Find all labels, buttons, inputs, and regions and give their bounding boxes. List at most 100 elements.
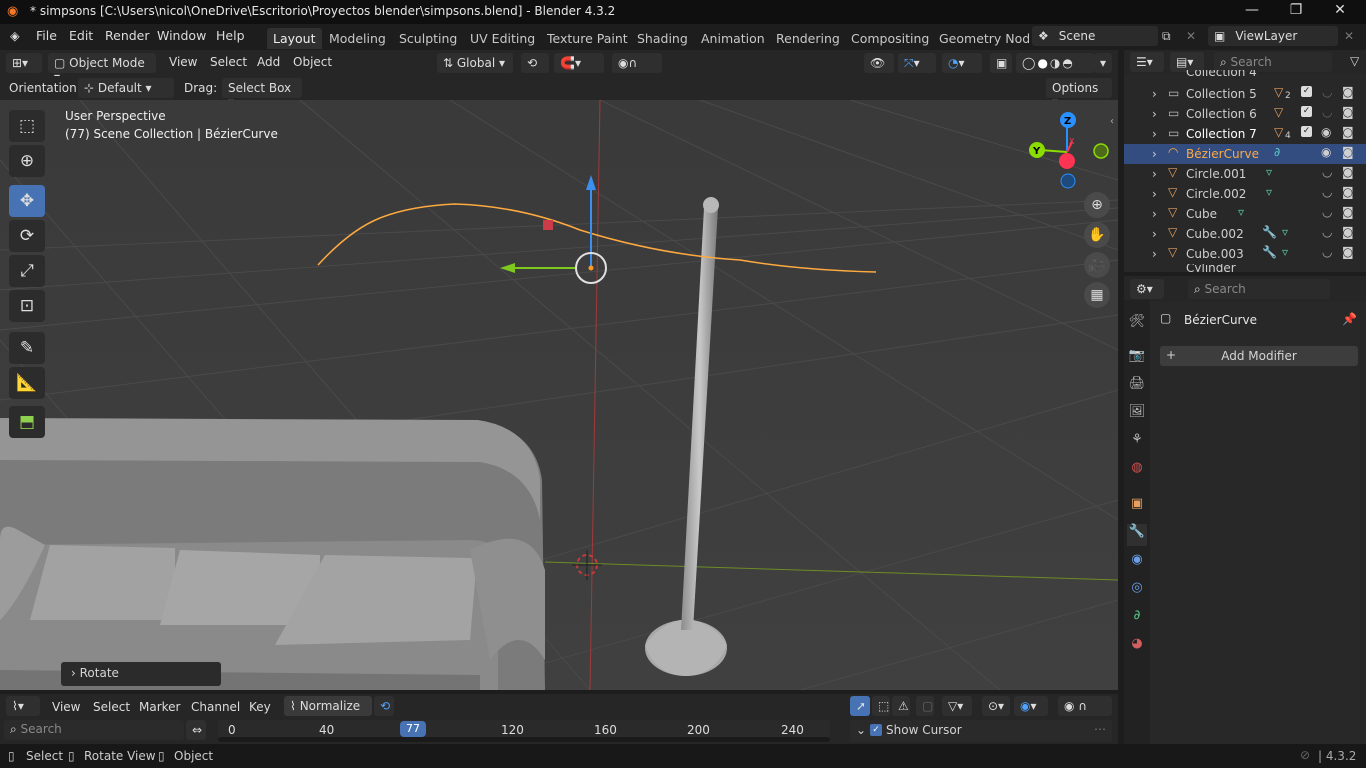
camera-render-icon[interactable]: ◙ xyxy=(1342,205,1354,219)
curve-data-tab-icon[interactable]: ∂ xyxy=(1127,608,1147,630)
filters-icon[interactable]: ▽▾ xyxy=(942,696,972,716)
menu-window[interactable]: Window xyxy=(157,28,206,43)
xray-icon[interactable]: ▣ xyxy=(990,53,1012,73)
outliner-row[interactable]: › ▽ Circle.001 ▿ ◡ ◙ xyxy=(1124,164,1366,184)
tl-menu-view[interactable]: View xyxy=(52,700,80,714)
gizmo-neg-z-circle[interactable] xyxy=(1060,173,1076,189)
tool-select-box[interactable]: ⬚ xyxy=(9,110,45,142)
hidden-eye-icon[interactable]: ◡ xyxy=(1322,205,1332,219)
only-selected-icon[interactable]: ➚ xyxy=(850,696,870,716)
orientation-dropdown[interactable]: ⊹ Default ▾ xyxy=(78,78,174,98)
tool-scale[interactable]: ⤢ xyxy=(9,255,45,287)
outliner-row[interactable]: › ▭ Collection 5 ▽ 2 ✓ ◡ ◙ xyxy=(1124,84,1366,104)
filter-box-icon[interactable]: ▢ xyxy=(916,696,934,716)
show-hidden-icon[interactable]: ⬚ xyxy=(872,696,890,716)
proportional-icon[interactable]: ◉ ∩ xyxy=(1058,696,1112,716)
outliner-row[interactable]: › ▭ Collection 7 ▽ 4 ✓ ◉ ◙ xyxy=(1124,124,1366,144)
camera-render-icon[interactable]: ◙ xyxy=(1342,225,1354,239)
modifiers-tab-icon[interactable]: 🔧 xyxy=(1127,524,1147,546)
ortho-grid-icon[interactable]: ▦ xyxy=(1084,282,1110,308)
outliner-row[interactable]: › ▽ Cube ▿ ◡ ◙ xyxy=(1124,204,1366,224)
show-cursor-checkbox[interactable]: ✓ xyxy=(870,724,882,736)
camera-render-icon[interactable]: ◙ xyxy=(1342,165,1354,179)
normalize-toggle[interactable]: ⌇ Normalize xyxy=(284,696,372,716)
tab-texture-paint[interactable]: Texture Paint xyxy=(541,28,634,49)
hidden-eye-icon[interactable]: ◡ xyxy=(1322,245,1332,259)
proportional-edit-icon[interactable]: ◉∩ xyxy=(612,53,662,73)
menu-edit[interactable]: Edit xyxy=(69,28,93,43)
properties-search-input[interactable]: ⌕ Search xyxy=(1188,279,1330,299)
auto-normalize-icon[interactable]: ⟲ xyxy=(374,696,394,716)
filter-icon[interactable]: ▽ xyxy=(1350,54,1359,68)
outliner-row[interactable]: › ▽ Cube.002 🔧 ▿ ◡ ◙ xyxy=(1124,224,1366,244)
last-operator-panel[interactable]: › Rotate xyxy=(61,662,221,686)
mode-selector[interactable]: ▢ Object Mode ▾ xyxy=(48,53,156,84)
gizmo-neg-y-circle[interactable] xyxy=(1093,143,1109,159)
camera-render-icon[interactable]: ◙ xyxy=(1342,245,1354,259)
pan-hand-icon[interactable]: ✋ xyxy=(1084,222,1110,248)
hidden-eye-icon[interactable]: ◡ xyxy=(1322,225,1332,239)
outliner-row[interactable]: › ▽ Cube.003 🔧 ▿ ◡ ◙ xyxy=(1124,244,1366,264)
tab-rendering[interactable]: Rendering xyxy=(770,28,846,49)
render-tab-icon[interactable]: 📷 xyxy=(1127,348,1147,370)
outliner-row[interactable]: Collection 4 xyxy=(1124,70,1366,80)
gizmo-x-circle[interactable] xyxy=(1059,153,1075,169)
vp-menu-select[interactable]: Select xyxy=(210,55,247,69)
swap-arrows-icon[interactable]: ⇔ xyxy=(186,720,206,740)
tool-tab-icon[interactable]: 🛠 xyxy=(1127,314,1147,336)
tool-add-cube[interactable]: ⬒ xyxy=(9,406,45,438)
gizmo-toggle-icon[interactable]: ⤧▾ xyxy=(898,53,936,73)
outliner-row[interactable]: › ▭ Collection 6 ▽ ✓ ◡ ◙ xyxy=(1124,104,1366,124)
eye-icon[interactable]: ◉ xyxy=(1321,125,1331,139)
menu-file[interactable]: File xyxy=(36,28,57,43)
hidden-eye-icon[interactable]: ◡ xyxy=(1322,105,1332,119)
add-modifier-button[interactable]: + Add Modifier xyxy=(1160,346,1358,366)
only-errors-icon[interactable]: ⚠ xyxy=(892,696,910,716)
material-tab-icon[interactable]: ◕ xyxy=(1127,636,1147,658)
eye-icon[interactable]: ◉ xyxy=(1321,145,1331,159)
3d-viewport[interactable]: Z Y X User Perspective (77) Scene Collec… xyxy=(0,100,1118,690)
tab-compositing[interactable]: Compositing xyxy=(845,28,935,49)
tool-move[interactable]: ✥ xyxy=(9,185,45,217)
checkbox-icon[interactable]: ✓ xyxy=(1301,126,1312,137)
outliner-row-selected[interactable]: › ◠ BézierCurve ∂ ◉ ◙ xyxy=(1124,144,1366,164)
shading-options-icon[interactable]: ▾ xyxy=(1094,53,1112,73)
timeline-search-input[interactable]: ⌕ Search xyxy=(4,720,184,740)
outliner-row[interactable]: Cylinder xyxy=(1124,264,1366,272)
properties-editor-type-icon[interactable]: ⚙▾ xyxy=(1130,279,1164,299)
drag-dropdown[interactable]: Select Box ▾ xyxy=(222,78,302,109)
tool-rotate[interactable]: ⟳ xyxy=(9,220,45,252)
tool-annotate[interactable]: ✎ xyxy=(9,332,45,364)
options-dropdown[interactable]: Options ▾ xyxy=(1046,78,1112,109)
editor-type-icon[interactable]: ⊞▾ xyxy=(6,53,42,73)
particles-tab-icon[interactable]: ◉ xyxy=(1127,552,1147,574)
hidden-eye-icon[interactable]: ◡ xyxy=(1322,185,1332,199)
scene-tab-icon[interactable]: ⚘ xyxy=(1127,432,1147,454)
remove-scene-icon[interactable]: ✕ xyxy=(1186,29,1196,43)
outliner-search-input[interactable]: ⌕ Search xyxy=(1214,52,1332,72)
remove-viewlayer-icon[interactable]: ✕ xyxy=(1344,29,1354,43)
view-layer-tab-icon[interactable]: 🖼 xyxy=(1127,404,1147,426)
checkbox-icon[interactable]: ✓ xyxy=(1301,86,1312,97)
sidebar-toggle-icon[interactable]: ‹ xyxy=(1110,116,1114,127)
snap-icon[interactable]: 🧲▾ xyxy=(554,53,604,73)
shading-modes-icon[interactable]: ◯●◑◓ xyxy=(1016,53,1094,73)
tl-menu-select[interactable]: Select xyxy=(93,700,130,714)
object-tab-icon[interactable]: ▣ xyxy=(1127,496,1147,518)
tool-transform[interactable]: ⊡ xyxy=(9,290,45,322)
visibility-icon[interactable]: 👁 xyxy=(864,53,894,73)
camera-icon[interactable]: 🎥 xyxy=(1084,252,1110,278)
vp-menu-object[interactable]: Object xyxy=(293,55,332,69)
output-tab-icon[interactable]: 🖨 xyxy=(1127,376,1147,398)
checkbox-icon[interactable]: ✓ xyxy=(1301,106,1312,117)
tl-menu-marker[interactable]: Marker xyxy=(139,700,180,714)
snapping-icon[interactable]: ◉▾ xyxy=(1014,696,1048,716)
pin-icon[interactable]: 📌 xyxy=(1342,312,1357,326)
overlays-icon[interactable]: ◔▾ xyxy=(942,53,982,73)
tab-layout[interactable]: Layout xyxy=(267,28,322,49)
scene-selector[interactable]: ❖ Scene xyxy=(1032,26,1158,46)
transform-orientation-selector[interactable]: ⇅ Global ▾ xyxy=(437,53,513,73)
tl-menu-channel[interactable]: Channel xyxy=(191,700,240,714)
camera-render-icon[interactable]: ◙ xyxy=(1342,185,1354,199)
tool-measure[interactable]: 📐 xyxy=(9,367,45,399)
